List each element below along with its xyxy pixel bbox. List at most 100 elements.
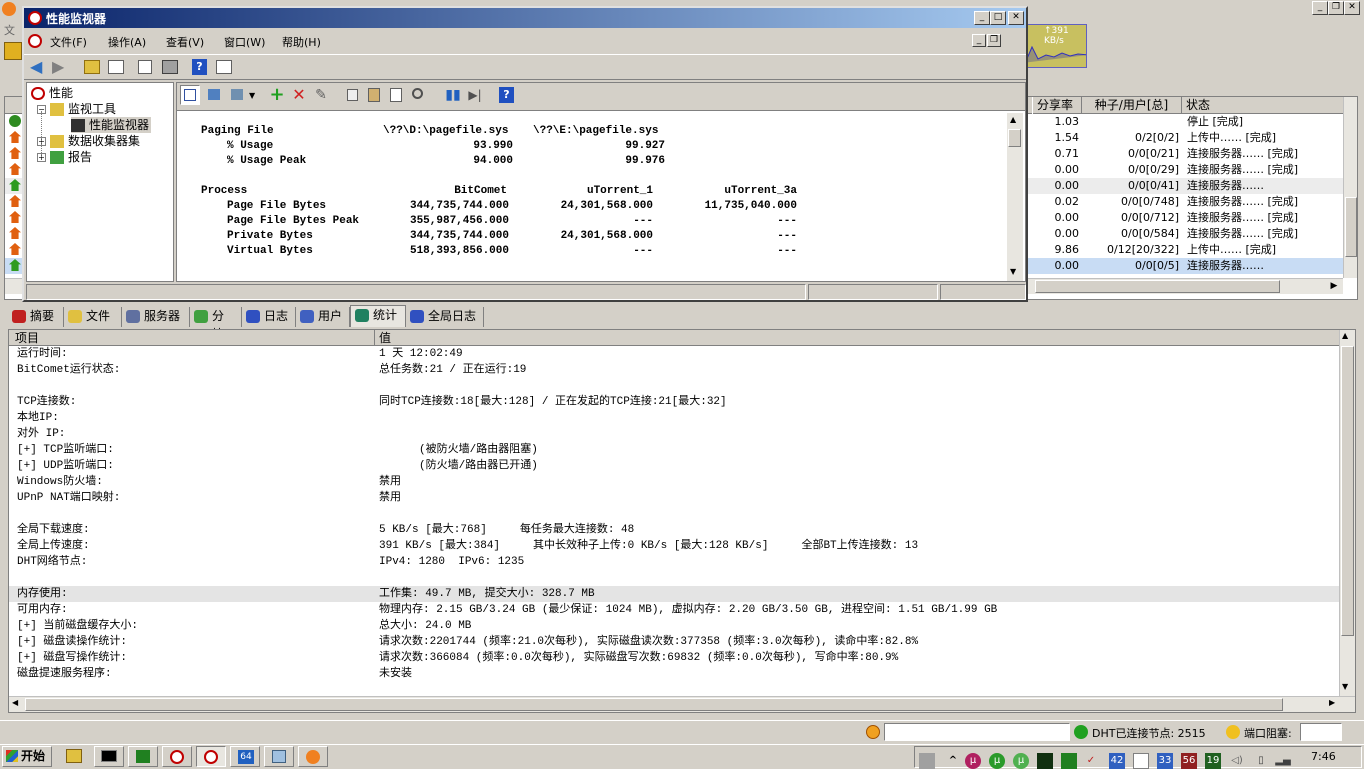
bitcomet-minimize-button[interactable]: _	[1312, 1, 1328, 15]
task-cmd[interactable]	[94, 746, 124, 767]
stats-column-item[interactable]: 项目	[9, 330, 375, 346]
stats-row[interactable]: UPnP NAT端口映射: 禁用	[9, 490, 1339, 506]
zoom-icon[interactable]	[409, 85, 429, 105]
usb-icon[interactable]: ▯	[1253, 753, 1269, 769]
tab-stats-6[interactable]: 统计	[350, 305, 406, 327]
back-icon[interactable]: ◀	[30, 59, 48, 75]
help-icon[interactable]: ?	[192, 59, 207, 75]
forward-icon[interactable]: ▶	[52, 59, 70, 75]
notification-icon[interactable]	[866, 725, 880, 739]
paste-icon[interactable]	[365, 85, 385, 105]
signal-icon[interactable]: ✓	[1083, 753, 1099, 769]
show-hide-tree-icon[interactable]	[108, 60, 124, 74]
stats-column-value[interactable]: 值	[375, 330, 1335, 346]
change-graph-icon[interactable]	[204, 85, 224, 105]
task-editor[interactable]	[128, 746, 158, 767]
mdi-child-icon[interactable]	[28, 34, 42, 48]
torrent-vscroll-thumb[interactable]	[1345, 197, 1357, 257]
tree-item-1[interactable]: − 监视工具	[37, 101, 116, 117]
tab-pie-3[interactable]: 分块	[190, 307, 242, 341]
export-list-icon[interactable]	[138, 60, 152, 74]
stats-row[interactable]: [+] 磁盘读操作统计: 请求次数:2201744 (频率:21.0次每秒), 实…	[9, 634, 1339, 650]
stats-row[interactable]: 全局下载速度: 5 KB/s [最大:768] 每任务最大连接数: 48	[9, 522, 1339, 538]
stats-row[interactable]: 内存使用: 工作集: 49.7 MB, 提交大小: 328.7 MB	[9, 586, 1339, 602]
tray-number-4[interactable]: 19	[1205, 753, 1221, 769]
tray-number-1[interactable]: 42	[1109, 753, 1125, 769]
menu-item-0[interactable]: 文件(F)	[50, 34, 87, 50]
tree-item-3[interactable]: + 数据收集器集	[37, 133, 140, 149]
scroll-down-icon[interactable]: ▼	[1342, 682, 1348, 691]
tree-item-0[interactable]: 性能	[31, 85, 73, 101]
step-icon[interactable]: ▶|	[465, 85, 485, 105]
stats-row[interactable]	[9, 570, 1339, 586]
stats-vscroll[interactable]: ▲ ▼	[1339, 330, 1355, 696]
torrent-hscroll-thumb[interactable]	[1035, 280, 1280, 293]
clock[interactable]: 7:46	[1311, 750, 1336, 763]
task-perfmon-1[interactable]	[162, 746, 192, 767]
properties-icon[interactable]	[387, 85, 407, 105]
chevron-down-icon[interactable]: ▼	[249, 91, 255, 100]
task-window[interactable]	[264, 746, 294, 767]
properties-icon[interactable]	[216, 60, 232, 74]
stats-row[interactable]: [+] TCP监听端口: (被防火墙/路由器阻塞)	[9, 442, 1339, 458]
stats-row[interactable]: [+] 当前磁盘缓存大小: 总大小: 24.0 MB	[9, 618, 1339, 634]
stats-vscroll-thumb[interactable]	[1341, 346, 1354, 636]
stats-row[interactable]	[9, 506, 1339, 522]
tree-item-2[interactable]: 性能监视器	[71, 117, 152, 133]
utorrent-icon[interactable]: µ	[965, 753, 981, 769]
tree-item-4[interactable]: + 报告	[37, 149, 92, 165]
report-vscroll[interactable]: ▲ ▼	[1007, 113, 1023, 281]
column-status[interactable]: 状态	[1182, 97, 1342, 114]
stats-row[interactable]	[9, 378, 1339, 394]
keyboard-icon[interactable]	[919, 753, 935, 769]
task-bitcomet[interactable]	[298, 746, 328, 767]
tab-info-7[interactable]: 全局日志	[406, 307, 484, 327]
menu-item-4[interactable]: 帮助(H)	[282, 34, 321, 50]
wifi-icon[interactable]: ▂▄	[1275, 753, 1291, 769]
perfmon-close-button[interactable]: ✕	[1008, 11, 1024, 25]
tab-info-4[interactable]: 日志	[242, 307, 296, 327]
report-vscroll-thumb[interactable]	[1008, 129, 1021, 147]
tab-user-5[interactable]: 用户	[296, 307, 350, 327]
network-monitor-icon[interactable]	[1061, 753, 1077, 769]
scroll-down-icon[interactable]: ▼	[1010, 267, 1016, 276]
stats-row[interactable]: DHT网络节点: IPv4: 1280 IPv6: 1235	[9, 554, 1339, 570]
help-icon[interactable]: ?	[497, 85, 517, 105]
print-icon[interactable]	[162, 60, 178, 74]
stats-hscroll[interactable]: ◀ ▶	[9, 696, 1355, 712]
highlight-icon[interactable]: ✎	[311, 85, 331, 105]
mdi-minimize-button[interactable]: _	[972, 34, 986, 47]
menu-item-1[interactable]: 操作(A)	[108, 34, 146, 50]
torrent-vscroll[interactable]	[1343, 97, 1357, 278]
stats-row[interactable]: 本地IP:	[9, 410, 1339, 426]
utorrent-green-2-icon[interactable]: µ	[1013, 753, 1029, 769]
tab-summary-0[interactable]: 摘要	[8, 307, 64, 327]
add-counter-icon[interactable]: +	[267, 85, 287, 105]
stats-row[interactable]: [+] UDP监听端口: (防火墙/路由器已开通)	[9, 458, 1339, 474]
copy-icon[interactable]	[343, 85, 363, 105]
tray-white-icon[interactable]	[1133, 753, 1149, 769]
delete-counter-icon[interactable]: ✕	[289, 85, 309, 105]
bitcomet-close-button[interactable]: ✕	[1344, 1, 1360, 15]
stats-row[interactable]: Windows防火墙: 禁用	[9, 474, 1339, 490]
view-graph-icon[interactable]	[180, 85, 200, 105]
utorrent-green-icon[interactable]: µ	[989, 753, 1005, 769]
stats-row[interactable]: TCP连接数: 同时TCP连接数:18[最大:128] / 正在发起的TCP连接:…	[9, 394, 1339, 410]
scroll-up-icon[interactable]: ▲	[1342, 331, 1348, 340]
tray-number-2[interactable]: 33	[1157, 753, 1173, 769]
stats-row[interactable]: 全局上传速度: 391 KB/s [最大:384] 其中长效种子上传:0 KB/s…	[9, 538, 1339, 554]
tab-server-2[interactable]: 服务器	[122, 307, 190, 327]
volume-icon[interactable]: ◁)	[1229, 753, 1245, 769]
tray-number-3[interactable]: 56	[1181, 753, 1197, 769]
mdi-restore-button[interactable]: ❐	[987, 34, 1001, 47]
up-folder-icon[interactable]	[84, 60, 100, 74]
stats-row[interactable]: [+] 磁盘写操作统计: 请求次数:366084 (频率:0.0次每秒), 实际磁…	[9, 650, 1339, 666]
start-button[interactable]: 开始	[2, 746, 52, 767]
bitcomet-toolbar-icon[interactable]	[4, 42, 22, 60]
perfmon-minimize-button[interactable]: _	[974, 11, 990, 25]
scroll-left-icon[interactable]: ◀	[12, 698, 18, 707]
tab-file-1[interactable]: 文件	[64, 307, 122, 327]
scroll-right-icon[interactable]: ▶	[1329, 698, 1335, 707]
column-seeds[interactable]: 种子/用户[总]	[1082, 97, 1182, 114]
scroll-up-icon[interactable]: ▲	[1010, 115, 1016, 124]
